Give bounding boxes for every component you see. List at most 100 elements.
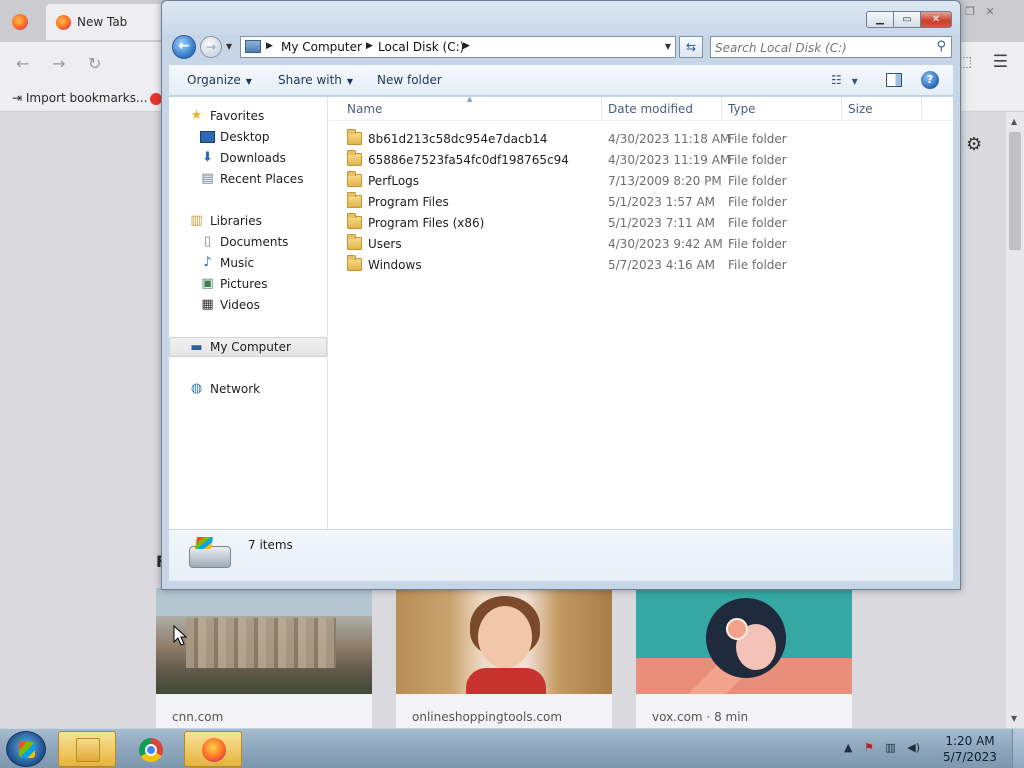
firefox-icon [56, 15, 71, 30]
file-date: 4/30/2023 9:42 AM [608, 237, 723, 251]
system-tray: ▲ ⚑ ▥ ◀) [844, 741, 928, 754]
breadcrumb-local-disk[interactable]: Local Disk (C:) [378, 40, 464, 54]
file-type: File folder [728, 195, 787, 209]
breadcrumb-separator-icon[interactable]: ▶ [366, 41, 373, 51]
start-button[interactable] [6, 731, 46, 767]
computer-icon [245, 40, 261, 53]
file-type: File folder [728, 174, 787, 188]
browser-reload-icon[interactable]: ↻ [88, 54, 101, 73]
nav-item-recent-places[interactable]: ▤ Recent Places [169, 169, 327, 189]
explorer-window: ▁ ▭ ✕ ← → ▼ ▶ My Computer ▶ Local Disk (… [161, 0, 961, 590]
story-card[interactable]: cnn.com [156, 588, 372, 728]
scrollbar-thumb[interactable] [1009, 132, 1021, 250]
search-input[interactable] [715, 39, 925, 56]
nav-item-documents[interactable]: ▯ Documents [169, 232, 327, 252]
file-row[interactable]: 8b61d213c58dc954e7dacb14 4/30/2023 11:18… [329, 128, 953, 149]
recent-pages-dropdown[interactable]: ▼ [226, 42, 232, 51]
file-name: Program Files [368, 195, 449, 209]
organize-button[interactable]: Organize ▼ [187, 73, 252, 87]
file-date: 4/30/2023 11:18 AM [608, 132, 731, 146]
help-button[interactable]: ? [921, 71, 939, 89]
file-row[interactable]: Program Files (x86) 5/1/2023 7:11 AM Fil… [329, 212, 953, 233]
browser-back-icon[interactable]: ← [16, 54, 29, 73]
file-row[interactable]: Program Files 5/1/2023 1:57 AM File fold… [329, 191, 953, 212]
chrome-icon [139, 738, 163, 762]
column-divider[interactable] [841, 97, 842, 121]
address-bar[interactable]: ▶ My Computer ▶ Local Disk (C:) ▶ ▼ [240, 36, 676, 58]
breadcrumb-separator-icon[interactable]: ▶ [266, 41, 273, 51]
folder-icon [347, 171, 362, 187]
show-desktop-button[interactable] [1012, 729, 1024, 768]
volume-icon[interactable]: ◀) [907, 741, 920, 754]
action-center-icon[interactable]: ⚑ [864, 741, 874, 754]
page-scrollbar[interactable]: ▲ ▼ [1006, 112, 1024, 728]
browser-tab-label: New Tab [77, 15, 128, 29]
taskbar-chrome-button[interactable] [121, 731, 179, 767]
nav-item-pictures[interactable]: ▣ Pictures [169, 274, 327, 294]
explorer-body: ★ Favorites Desktop ⬇ Downloads ▤ Recent… [169, 95, 953, 529]
folder-icon [347, 255, 362, 271]
scroll-up-icon[interactable]: ▲ [1011, 117, 1017, 126]
gear-icon[interactable]: ⚙ [966, 134, 982, 155]
file-row[interactable]: Windows 5/7/2023 4:16 AM File folder [329, 254, 953, 275]
taskbar-clock[interactable]: 1:20 AM 5/7/2023 [940, 733, 1000, 765]
nav-item-downloads[interactable]: ⬇ Downloads [169, 148, 327, 168]
import-bookmarks-link[interactable]: ⇥ Import bookmarks... [12, 91, 147, 105]
story-card[interactable]: onlineshoppingtools.com [396, 588, 612, 728]
tray-expand-icon[interactable]: ▲ [844, 741, 852, 754]
close-button[interactable]: ✕ [920, 11, 952, 28]
nav-item-favorites[interactable]: ★ Favorites [169, 106, 327, 126]
refresh-button[interactable]: ⇆ [679, 36, 703, 58]
column-header-date-modified[interactable]: Date modified [608, 102, 693, 116]
browser-restore-icon[interactable]: ❐ [960, 5, 980, 19]
column-divider[interactable] [601, 97, 602, 121]
browser-tab-new-tab[interactable]: New Tab [46, 4, 166, 40]
file-name: Windows [368, 258, 422, 272]
firefox-view-icon[interactable] [12, 14, 28, 30]
minimize-button[interactable]: ▁ [866, 11, 894, 28]
column-divider[interactable] [721, 97, 722, 121]
nav-item-videos[interactable]: ▦ Videos [169, 295, 327, 315]
story-image [156, 588, 372, 694]
pictures-icon: ▣ [201, 276, 214, 291]
browser-forward-icon[interactable]: → [52, 54, 65, 73]
file-row[interactable]: Users 4/30/2023 9:42 AM File folder [329, 233, 953, 254]
story-card[interactable]: vox.com · 8 min [636, 588, 852, 728]
hamburger-menu-icon[interactable]: ☰ [993, 52, 1008, 72]
breadcrumb-separator-icon[interactable]: ▶ [463, 41, 470, 51]
file-row[interactable]: PerfLogs 7/13/2009 8:20 PM File folder [329, 170, 953, 191]
explorer-title-bar[interactable]: ▁ ▭ ✕ [162, 1, 960, 35]
nav-item-desktop[interactable]: Desktop [169, 127, 327, 147]
scroll-down-icon[interactable]: ▼ [1011, 714, 1017, 723]
file-row[interactable]: 65886e7523fa54fc0df198765c94 4/30/2023 1… [329, 149, 953, 170]
file-type: File folder [728, 216, 787, 230]
nav-item-music[interactable]: ♪ Music [169, 253, 327, 273]
breadcrumb-my-computer[interactable]: My Computer [281, 40, 362, 54]
nav-item-my-computer[interactable]: ▬ My Computer [169, 337, 327, 357]
taskbar-firefox-button[interactable] [184, 731, 242, 767]
column-header-size[interactable]: Size [848, 102, 873, 116]
folder-icon [347, 234, 362, 250]
network-status-icon[interactable]: ▥ [885, 741, 895, 754]
share-with-button[interactable]: Share with ▼ [278, 73, 353, 87]
forward-button[interactable]: → [200, 36, 222, 58]
item-count: 7 items [248, 538, 293, 552]
column-header-name[interactable]: Name [347, 102, 382, 116]
story-source: vox.com · 8 min [652, 710, 749, 724]
new-folder-button[interactable]: New folder [377, 73, 442, 87]
nav-item-libraries[interactable]: ▥ Libraries [169, 211, 327, 231]
nav-item-network[interactable]: ◍ Network [169, 379, 327, 399]
column-header-type[interactable]: Type [728, 102, 756, 116]
address-dropdown-icon[interactable]: ▼ [665, 42, 671, 51]
change-view-button[interactable]: ☷ ▼ [831, 73, 858, 87]
file-date: 5/1/2023 7:11 AM [608, 216, 716, 230]
column-divider[interactable] [921, 97, 922, 121]
browser-close-icon[interactable]: ✕ [980, 5, 1000, 19]
search-box[interactable]: ⚲ [710, 36, 952, 58]
search-icon[interactable]: ⚲ [936, 39, 946, 54]
taskbar: ▲ ⚑ ▥ ◀) 1:20 AM 5/7/2023 [0, 728, 1024, 768]
preview-pane-button[interactable] [886, 73, 902, 87]
back-button[interactable]: ← [172, 35, 196, 59]
maximize-button[interactable]: ▭ [893, 11, 921, 28]
taskbar-explorer-button[interactable] [58, 731, 116, 767]
